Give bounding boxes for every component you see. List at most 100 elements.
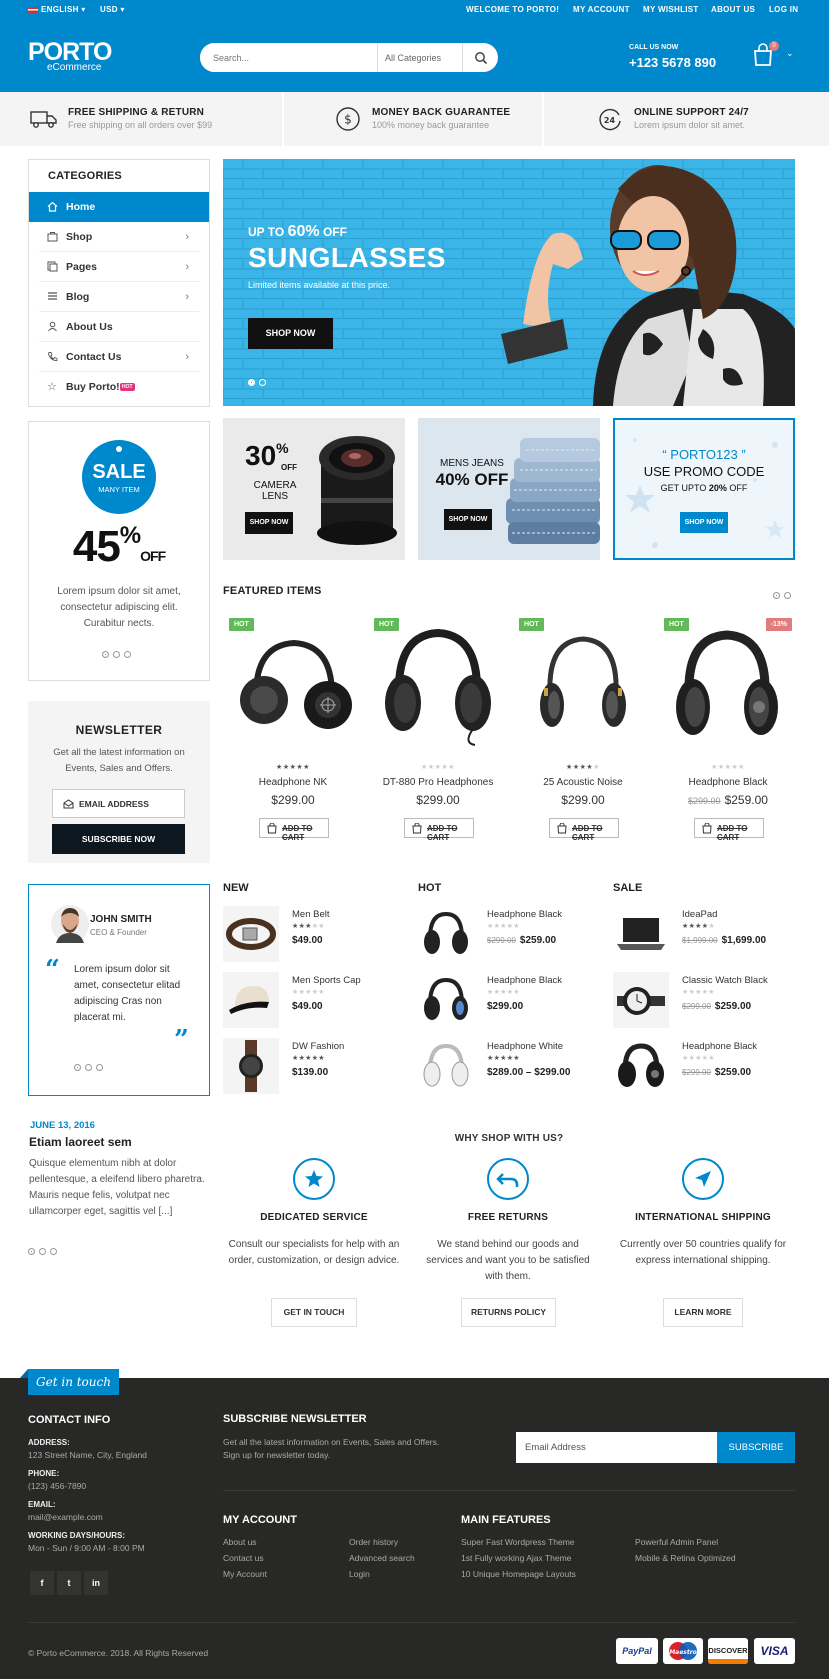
hot-badge: HOT: [229, 618, 254, 631]
search-category-select[interactable]: All Categories: [377, 43, 462, 72]
search-bar: All Categories: [200, 43, 498, 72]
featured-carousel-dots[interactable]: [773, 588, 795, 602]
footer-link[interactable]: About us: [223, 1537, 257, 1547]
footer-link[interactable]: Mobile & Retina Optimized: [635, 1553, 736, 1563]
product-card[interactable]: HOT ★★★★★ 25 Acoustic Noise $299.00 ADD …: [516, 615, 650, 845]
promo-code-banner[interactable]: “ PORTO123 ” USE PROMO CODE GET UPTO 20%…: [613, 418, 795, 560]
product-name[interactable]: Headphone Black: [661, 777, 795, 788]
list-item[interactable]: Headphone Black ★★★★★ $299.00 $259.00: [613, 1038, 803, 1094]
list-item[interactable]: Headphone Black ★★★★★ $299.00 $259.00: [418, 906, 608, 962]
cart-button[interactable]: 0: [752, 41, 779, 69]
sidebar-item-home[interactable]: Home: [29, 192, 209, 222]
main-features-title: MAIN FEATURES: [461, 1514, 551, 1526]
learn-more-button[interactable]: LEARN MORE: [663, 1298, 743, 1327]
product-name[interactable]: 25 Acoustic Noise: [516, 777, 650, 788]
product-image: [240, 639, 352, 729]
search-button[interactable]: [462, 43, 498, 72]
footer-email[interactable]: mail@example.com: [28, 1512, 103, 1522]
subscribe-now-button[interactable]: SUBSCRIBE NOW: [52, 824, 185, 854]
sidebar-item-buy-porto[interactable]: ☆ Buy Porto! HOT: [29, 372, 209, 402]
blog-title[interactable]: Etiam laoreet sem: [29, 1135, 132, 1149]
product-card[interactable]: HOT ★★★★★ DT-880 Pro Headphones $299.00 …: [371, 615, 505, 845]
sale-carousel-dots[interactable]: [102, 647, 135, 661]
hero-subtitle: Limited items available at this price.: [248, 280, 391, 290]
my-account-link[interactable]: MY ACCOUNT: [573, 5, 630, 14]
linkedin-icon[interactable]: in: [84, 1571, 108, 1595]
hero-shop-now-button[interactable]: SHOP NOW: [248, 318, 333, 349]
footer-link[interactable]: Order history: [349, 1537, 398, 1547]
footer: [0, 1378, 829, 1679]
about-us-link[interactable]: ABOUT US: [711, 5, 755, 14]
footer-email-input[interactable]: Email Address: [516, 1432, 717, 1463]
add-to-cart-button[interactable]: ADD TO CART: [694, 818, 764, 842]
footer-link[interactable]: Super Fast Wordpress Theme: [461, 1537, 575, 1547]
chevron-down-icon[interactable]: ⌄: [786, 48, 794, 59]
camera-shop-now-button[interactable]: SHOP NOW: [245, 512, 293, 534]
header-phone[interactable]: +123 5678 890: [629, 55, 716, 70]
get-in-touch-button[interactable]: GET IN TOUCH: [271, 1298, 357, 1327]
sidebar-item-blog[interactable]: Blog ›: [29, 282, 209, 312]
blog-carousel-dots[interactable]: [28, 1244, 61, 1258]
search-input[interactable]: [200, 43, 377, 72]
rating-stars: ★★★★★: [487, 923, 520, 930]
footer-link[interactable]: Powerful Admin Panel: [635, 1537, 718, 1547]
sidebar-item-shop[interactable]: Shop ›: [29, 222, 209, 252]
list-item[interactable]: DW Fashion ★★★★★ $139.00: [223, 1038, 413, 1094]
info-money-back: $ MONEY BACK GUARANTEE 100% money back g…: [284, 92, 542, 146]
facebook-icon[interactable]: f: [30, 1571, 54, 1595]
product-card[interactable]: HOT ★★★★★ Headphone NK $299.00 ADD TO CA…: [226, 615, 360, 845]
footer-phone[interactable]: (123) 456-7890: [28, 1481, 86, 1491]
twitter-icon[interactable]: t: [57, 1571, 81, 1595]
footer-link[interactable]: 10 Unique Homepage Layouts: [461, 1569, 576, 1579]
add-to-cart-button[interactable]: ADD TO CART: [549, 818, 619, 842]
footer-link[interactable]: 1st Fully working Ajax Theme: [461, 1553, 571, 1563]
product-card[interactable]: HOT -13% ★★★★★ Headphone Black $299.00 $2…: [661, 615, 795, 845]
list-item[interactable]: Men Belt ★★★★★ $49.00: [223, 906, 413, 962]
log-in-link[interactable]: LOG IN: [769, 5, 798, 14]
list-item[interactable]: Headphone Black ★★★★★ $299.00: [418, 972, 608, 1028]
shopping-bag-icon: [412, 823, 422, 834]
jeans-image: [506, 438, 600, 544]
promo-shop-now-button[interactable]: SHOP NOW: [680, 512, 728, 533]
camera-lens-banner[interactable]: 30% OFF CAMERA LENS SHOP NOW: [223, 418, 405, 560]
list-item[interactable]: Men Sports Cap ★★★★★ $49.00: [223, 972, 413, 1028]
avatar: [51, 905, 89, 943]
product-name[interactable]: DT-880 Pro Headphones: [371, 777, 505, 788]
shop-icon: [47, 232, 58, 242]
footer-link[interactable]: My Account: [223, 1569, 267, 1579]
newsletter-email-input[interactable]: EMAIL ADDRESS: [52, 789, 185, 818]
quote-close-icon: ”: [174, 1025, 189, 1055]
footer-link[interactable]: Advanced search: [349, 1553, 415, 1563]
mens-jeans-banner[interactable]: MENS JEANS 40% OFF SHOP NOW: [418, 418, 600, 560]
add-to-cart-button[interactable]: ADD TO CART: [404, 818, 474, 842]
currency-selector[interactable]: USD ▾: [100, 5, 125, 14]
hero-discount: UP TO 60% OFF: [248, 223, 347, 240]
add-to-cart-button[interactable]: ADD TO CART: [259, 818, 329, 842]
discover-icon: DISCOVER: [708, 1638, 748, 1664]
product-name[interactable]: Headphone NK: [226, 777, 360, 788]
language-selector[interactable]: ENGLISH ▾: [28, 5, 86, 14]
support-24-icon: 24: [599, 108, 621, 131]
hero-title: SUNGLASSES: [248, 242, 446, 273]
jeans-shop-now-button[interactable]: SHOP NOW: [444, 509, 492, 530]
product-image: [613, 906, 669, 962]
my-account-title: MY ACCOUNT: [223, 1514, 297, 1526]
sidebar-item-pages[interactable]: Pages ›: [29, 252, 209, 282]
why-free-returns: FREE RETURNS We stand behind our goods a…: [418, 1158, 598, 1328]
home-icon: [47, 201, 58, 212]
sidebar-item-contact-us[interactable]: Contact Us ›: [29, 342, 209, 372]
hero-carousel-dots[interactable]: [248, 375, 270, 389]
list-item[interactable]: Headphone White ★★★★★ $289.00 – $299.00: [418, 1038, 608, 1094]
sidebar-item-about-us[interactable]: About Us: [29, 312, 209, 342]
footer-link[interactable]: Contact us: [223, 1553, 264, 1563]
footer-link[interactable]: Login: [349, 1569, 370, 1579]
svg-text:$: $: [344, 113, 352, 127]
footer-subscribe-button[interactable]: SUBSCRIBE: [717, 1432, 795, 1463]
returns-policy-button[interactable]: RETURNS POLICY: [461, 1298, 556, 1327]
list-item[interactable]: Classic Watch Black ★★★★★ $299.00 $259.00: [613, 972, 803, 1028]
testimonial-carousel-dots[interactable]: [74, 1060, 107, 1074]
welcome-text: WELCOME TO PORTO!: [466, 5, 560, 14]
get-in-touch-tab[interactable]: Get in touch: [28, 1369, 119, 1395]
my-wishlist-link[interactable]: MY WISHLIST: [643, 5, 699, 14]
list-item[interactable]: IdeaPad ★★★★★ $1,999.00 $1,699.00: [613, 906, 803, 962]
